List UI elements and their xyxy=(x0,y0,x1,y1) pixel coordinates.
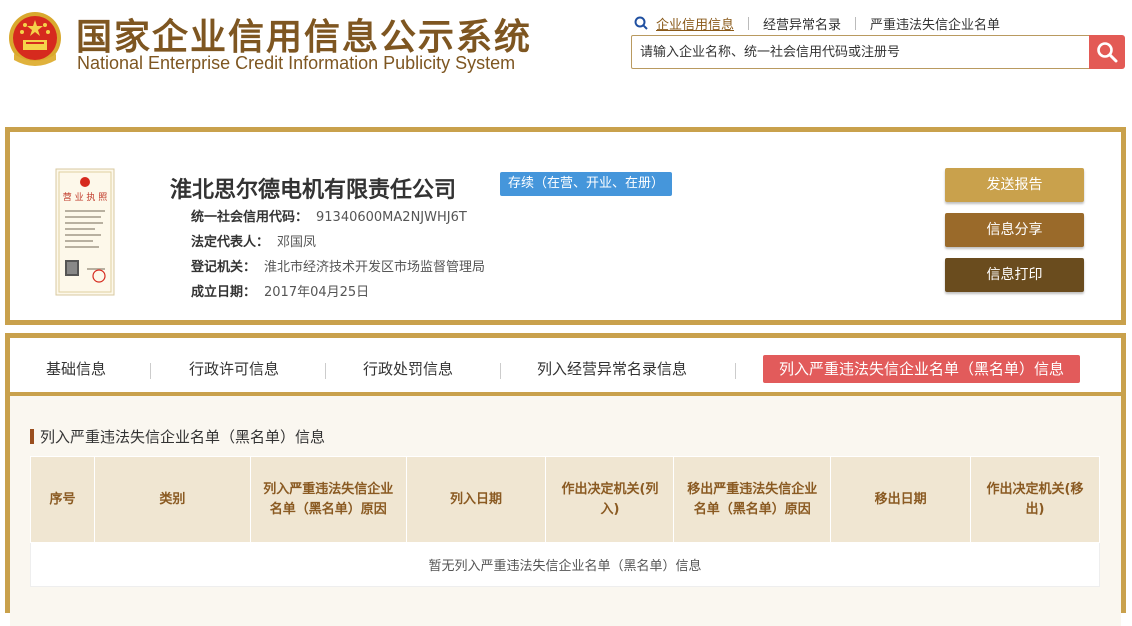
national-emblem-icon xyxy=(9,12,61,66)
divider xyxy=(855,16,857,30)
search-input[interactable] xyxy=(632,36,1089,68)
col-remove-reason: 移出严重违法失信企业名单（黑名单）原因 xyxy=(673,456,832,543)
tab-admin-penalty[interactable]: 行政处罚信息 xyxy=(363,355,453,383)
print-button[interactable]: 信息打印 xyxy=(945,258,1084,292)
col-list-authority: 作出决定机关(列入) xyxy=(545,456,675,543)
tab-bar: 基础信息 行政许可信息 行政处罚信息 列入经营异常名录信息 列入严重违法失信企业… xyxy=(10,338,1121,396)
section-title: 列入严重违法失信企业名单（黑名单）信息 xyxy=(30,426,325,447)
established-row: 成立日期： 2017年04月25日 xyxy=(191,281,369,300)
panel-body: 列入严重违法失信企业名单（黑名单）信息 序号 类别 列入严重违法失信企业名单（黑… xyxy=(10,396,1121,626)
license-label: 营 业 执 照 xyxy=(63,191,108,203)
legal-rep-label: 法定代表人： xyxy=(191,235,270,250)
site-header: 国家企业信用信息公示系统 National Enterprise Credit … xyxy=(0,0,1132,100)
empty-message: 暂无列入严重违法失信企业名单（黑名单）信息 xyxy=(30,542,1100,587)
col-list-date: 列入日期 xyxy=(405,456,547,543)
company-card: 营 业 执 照 淮北思尔德电机有限责任公司 存续（在营、开业、在册） 统一社会信… xyxy=(5,127,1126,325)
registrar-value: 淮北市经济技术开发区市场监督管理局 xyxy=(264,260,486,275)
tab-divider xyxy=(735,363,736,379)
tab-abnormal-list[interactable]: 列入经营异常名录信息 xyxy=(537,355,687,383)
send-report-button[interactable]: 发送报告 xyxy=(945,168,1084,202)
site-title-en: National Enterprise Credit Information P… xyxy=(77,53,516,73)
col-category: 类别 xyxy=(93,456,251,543)
share-button[interactable]: 信息分享 xyxy=(945,213,1084,247)
business-license-icon: 营 业 执 照 xyxy=(55,168,115,296)
tab-divider xyxy=(500,363,501,379)
tab-divider xyxy=(325,363,326,379)
col-list-reason: 列入严重违法失信企业名单（黑名单）原因 xyxy=(249,456,407,543)
divider xyxy=(748,16,750,30)
credit-code-label: 统一社会信用代码： xyxy=(191,210,309,225)
credit-code-value: 91340600MA2NJWHJ6T xyxy=(316,210,467,225)
blacklist-table: 序号 类别 列入严重违法失信企业名单（黑名单）原因 列入日期 作出决定机关(列入… xyxy=(30,456,1100,587)
established-value: 2017年04月25日 xyxy=(264,285,370,300)
magnifier-icon xyxy=(1097,42,1118,63)
table-header-row: 序号 类别 列入严重违法失信企业名单（黑名单）原因 列入日期 作出决定机关(列入… xyxy=(30,456,1100,543)
legal-rep-value: 邓国凤 xyxy=(277,235,317,250)
section-marker xyxy=(30,429,34,444)
credit-code-row: 统一社会信用代码： 91340600MA2NJWHJ6T xyxy=(191,206,467,225)
tab-blacklist[interactable]: 列入严重违法失信企业名单（黑名单）信息 xyxy=(763,355,1081,383)
link-abnormal-list[interactable]: 经营异常名录 xyxy=(763,14,841,33)
link-blacklist[interactable]: 严重违法失信企业名单 xyxy=(870,14,1000,33)
company-name: 淮北思尔德电机有限责任公司 xyxy=(170,178,457,203)
tab-divider xyxy=(150,363,151,379)
detail-panel: 基础信息 行政许可信息 行政处罚信息 列入经营异常名录信息 列入严重违法失信企业… xyxy=(5,333,1126,626)
search-box xyxy=(631,35,1090,69)
top-links: 企业信用信息 经营异常名录 严重违法失信企业名单 xyxy=(634,13,1000,33)
registrar-row: 登记机关： 淮北市经济技术开发区市场监督管理局 xyxy=(191,256,485,275)
table-row: 暂无列入严重违法失信企业名单（黑名单）信息 xyxy=(30,542,1100,587)
section-title-text: 列入严重违法失信企业名单（黑名单）信息 xyxy=(40,428,326,446)
registrar-label: 登记机关： xyxy=(191,260,257,275)
col-remove-authority: 作出决定机关(移出) xyxy=(970,456,1100,543)
legal-rep-row: 法定代表人： 邓国凤 xyxy=(191,231,316,250)
established-label: 成立日期： xyxy=(191,285,257,300)
tab-basic-info[interactable]: 基础信息 xyxy=(46,355,106,383)
search-button[interactable] xyxy=(1089,35,1125,69)
status-badge: 存续（在营、开业、在册） xyxy=(500,172,673,196)
search-icon xyxy=(634,16,648,30)
col-index: 序号 xyxy=(30,456,95,543)
tab-admin-license[interactable]: 行政许可信息 xyxy=(189,355,279,383)
link-enterprise-credit[interactable]: 企业信用信息 xyxy=(656,14,734,33)
col-remove-date: 移出日期 xyxy=(830,456,972,543)
